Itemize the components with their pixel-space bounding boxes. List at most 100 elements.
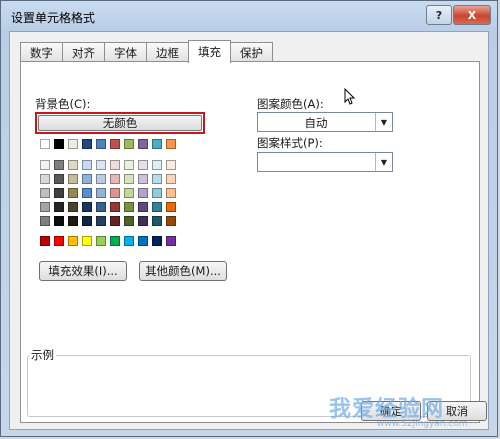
- color-swatch[interactable]: [54, 236, 64, 246]
- color-swatch[interactable]: [68, 202, 78, 212]
- color-swatch[interactable]: [82, 236, 92, 246]
- color-swatch[interactable]: [40, 188, 50, 198]
- color-swatch[interactable]: [54, 202, 64, 212]
- color-swatch[interactable]: [40, 174, 50, 184]
- color-swatch[interactable]: [96, 202, 106, 212]
- color-swatch[interactable]: [124, 160, 134, 170]
- color-swatch[interactable]: [82, 174, 92, 184]
- color-swatch[interactable]: [152, 160, 162, 170]
- color-swatch[interactable]: [124, 139, 134, 149]
- tab-protection[interactable]: 保护: [230, 42, 273, 62]
- color-swatch[interactable]: [110, 174, 120, 184]
- color-swatch[interactable]: [82, 160, 92, 170]
- color-swatch[interactable]: [110, 202, 120, 212]
- color-swatch[interactable]: [110, 236, 120, 246]
- pattern-color-label: 图案颜色(A):: [257, 97, 324, 111]
- color-swatch[interactable]: [96, 236, 106, 246]
- color-swatch[interactable]: [54, 139, 64, 149]
- color-swatch[interactable]: [40, 236, 50, 246]
- color-swatch[interactable]: [138, 139, 148, 149]
- color-swatch[interactable]: [166, 188, 176, 198]
- color-swatch[interactable]: [138, 202, 148, 212]
- color-swatch[interactable]: [82, 139, 92, 149]
- close-button[interactable]: X: [453, 5, 491, 25]
- color-swatch[interactable]: [152, 216, 162, 226]
- color-swatch[interactable]: [138, 188, 148, 198]
- title-bar[interactable]: 设置单元格格式 ? X: [1, 1, 497, 31]
- mouse-cursor-icon: [344, 88, 356, 105]
- color-swatch[interactable]: [82, 216, 92, 226]
- color-swatch[interactable]: [152, 174, 162, 184]
- color-swatch[interactable]: [54, 188, 64, 198]
- color-swatch[interactable]: [152, 188, 162, 198]
- color-swatch[interactable]: [40, 216, 50, 226]
- color-swatch[interactable]: [152, 236, 162, 246]
- tab-font[interactable]: 字体: [104, 42, 147, 62]
- no-color-button[interactable]: 无颜色: [38, 115, 202, 131]
- color-swatch[interactable]: [110, 139, 120, 149]
- color-swatch[interactable]: [138, 160, 148, 170]
- color-swatch[interactable]: [40, 202, 50, 212]
- color-swatch[interactable]: [138, 216, 148, 226]
- color-swatch[interactable]: [68, 188, 78, 198]
- more-colors-button[interactable]: 其他颜色(M)...: [139, 261, 227, 281]
- color-swatch[interactable]: [166, 202, 176, 212]
- color-swatch[interactable]: [68, 236, 78, 246]
- chevron-down-icon[interactable]: ▼: [375, 113, 392, 131]
- fill-panel: 背景色(C): 无颜色 填充效果(I)... 其他颜色(M)... 图案颜色(A…: [20, 61, 480, 423]
- watermark-url: www.52jingyan.com: [377, 419, 468, 429]
- sample-label: 示例: [29, 347, 56, 363]
- color-swatch[interactable]: [166, 139, 176, 149]
- color-swatch[interactable]: [124, 236, 134, 246]
- color-swatch[interactable]: [96, 139, 106, 149]
- color-swatch[interactable]: [68, 216, 78, 226]
- color-swatch[interactable]: [166, 236, 176, 246]
- tab-border[interactable]: 边框: [146, 42, 189, 62]
- pattern-style-select[interactable]: ▼: [257, 152, 393, 172]
- color-swatch[interactable]: [96, 216, 106, 226]
- color-swatch[interactable]: [110, 160, 120, 170]
- color-swatch[interactable]: [68, 174, 78, 184]
- tab-number[interactable]: 数字: [20, 42, 63, 62]
- color-swatch[interactable]: [110, 188, 120, 198]
- color-swatch[interactable]: [96, 174, 106, 184]
- color-swatch[interactable]: [40, 160, 50, 170]
- color-swatch[interactable]: [40, 139, 50, 149]
- palette-theme-colors: [40, 160, 176, 226]
- pattern-style-label: 图案样式(P):: [257, 136, 323, 150]
- color-swatch[interactable]: [138, 174, 148, 184]
- color-swatch[interactable]: [54, 160, 64, 170]
- color-swatch[interactable]: [152, 139, 162, 149]
- color-swatch[interactable]: [96, 188, 106, 198]
- palette-standard-colors: [40, 236, 176, 246]
- format-cells-dialog: 设置单元格格式 ? X 数字 对齐 字体 边框 填充 保护 背景色(C): 无颜…: [0, 0, 498, 437]
- pattern-color-select[interactable]: 自动 ▼: [257, 112, 393, 132]
- color-swatch[interactable]: [54, 216, 64, 226]
- help-button[interactable]: ?: [426, 5, 452, 25]
- tab-fill[interactable]: 填充: [188, 40, 231, 63]
- color-swatch[interactable]: [166, 216, 176, 226]
- color-swatch[interactable]: [124, 174, 134, 184]
- dialog-title: 设置单元格格式: [11, 11, 96, 25]
- color-swatch[interactable]: [110, 216, 120, 226]
- color-swatch[interactable]: [152, 202, 162, 212]
- color-swatch[interactable]: [96, 160, 106, 170]
- color-swatch[interactable]: [138, 236, 148, 246]
- color-swatch[interactable]: [124, 216, 134, 226]
- tab-strip: 数字 对齐 字体 边框 填充 保护: [20, 40, 273, 63]
- color-swatch[interactable]: [166, 160, 176, 170]
- color-swatch[interactable]: [82, 202, 92, 212]
- fill-effects-button[interactable]: 填充效果(I)...: [39, 261, 127, 281]
- tab-alignment[interactable]: 对齐: [62, 42, 105, 62]
- color-swatch[interactable]: [82, 188, 92, 198]
- color-swatch[interactable]: [124, 202, 134, 212]
- color-swatch[interactable]: [68, 139, 78, 149]
- no-color-highlight: 无颜色: [35, 112, 205, 134]
- color-swatch[interactable]: [54, 174, 64, 184]
- dialog-body: 数字 对齐 字体 边框 填充 保护 背景色(C): 无颜色 填充效果(I)...…: [9, 31, 489, 430]
- palette-top-row: [40, 139, 176, 149]
- color-swatch[interactable]: [68, 160, 78, 170]
- color-swatch[interactable]: [166, 174, 176, 184]
- color-swatch[interactable]: [124, 188, 134, 198]
- chevron-down-icon[interactable]: ▼: [375, 153, 392, 171]
